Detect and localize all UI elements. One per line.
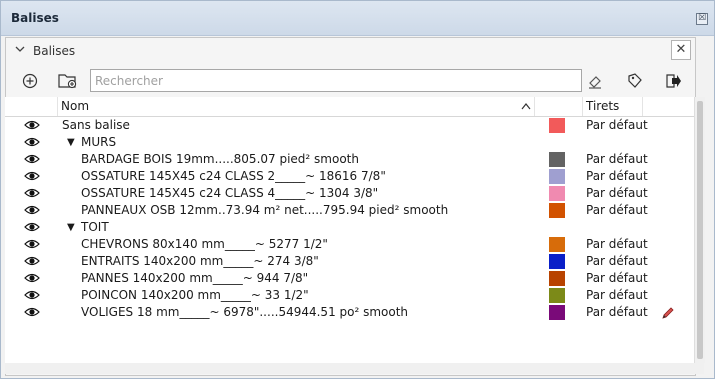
dashes-column-header[interactable]: Tirets <box>582 97 643 116</box>
eye-icon[interactable] <box>24 119 40 131</box>
eye-icon[interactable] <box>24 204 40 216</box>
eye-icon[interactable] <box>24 255 40 267</box>
eye-icon[interactable] <box>24 238 40 250</box>
dash-style-value[interactable]: Par défaut <box>586 287 648 304</box>
folder-row[interactable]: ▼ TOIT <box>5 219 694 236</box>
tag-name: POINCON 140x200 mm_____~ 33 1/2" <box>81 288 309 302</box>
window-title: Balises <box>11 11 59 25</box>
chevron-down-icon[interactable] <box>14 43 26 58</box>
color-swatch[interactable] <box>549 237 565 252</box>
tag-name: PANNEAUX OSB 12mm..73.94 m² net.....795.… <box>81 203 449 217</box>
color-swatch[interactable] <box>549 203 565 218</box>
folder-row[interactable]: ▼ MURS <box>5 134 694 151</box>
window-titlebar[interactable]: Balises ☒ <box>1 1 714 36</box>
folder-label: MURS <box>81 135 117 149</box>
window-close-icon[interactable]: ☒ <box>696 13 708 25</box>
eye-icon[interactable] <box>24 170 40 182</box>
panel-footer <box>5 363 704 374</box>
vertical-scrollbar[interactable] <box>694 97 705 363</box>
color-swatch[interactable] <box>549 118 565 133</box>
eye-icon[interactable] <box>24 306 40 318</box>
tag-name: ENTRAITS 140x200 mm_____~ 274 3/8" <box>81 254 319 268</box>
tag-name: OSSATURE 145X45 c24 CLASS 4_____~ 1304 3… <box>81 186 379 200</box>
export-icon[interactable] <box>661 69 685 93</box>
tag-row[interactable]: OSSATURE 145X45 c24 CLASS 4_____~ 1304 3… <box>5 185 694 202</box>
dash-style-value[interactable]: Par défaut <box>586 151 648 168</box>
dash-style-value[interactable]: Par défaut <box>586 236 648 253</box>
tag-row[interactable]: PANNES 140x200 mm_____~ 944 7/8" Par défa… <box>5 270 694 287</box>
color-swatch[interactable] <box>549 152 565 167</box>
color-column-header[interactable] <box>534 97 583 116</box>
balises-window: Balises ☒ Balises ✕ Rechercher Nom Tiret… <box>0 0 715 379</box>
panel-close-button[interactable]: ✕ <box>671 40 691 60</box>
expand-triangle-icon[interactable]: ▼ <box>67 134 75 151</box>
add-folder-icon[interactable] <box>56 69 80 93</box>
dashes-column-label: Tirets <box>586 99 620 113</box>
color-swatch[interactable] <box>549 271 565 286</box>
tag-name: VOLIGES 18 mm_____~ 6978".....54944.51 p… <box>81 305 409 319</box>
dash-style-value[interactable]: Par défaut <box>586 304 648 321</box>
tag-name: Sans balise <box>62 118 130 132</box>
dash-style-value[interactable]: Par défaut <box>586 270 648 287</box>
edit-column-header <box>642 97 694 116</box>
name-column-header[interactable]: Nom <box>57 97 535 116</box>
color-swatch[interactable] <box>549 305 565 320</box>
tags-list: Nom Tirets Sans balise Par défaut ▼ MURS BAR… <box>5 97 694 363</box>
color-swatch[interactable] <box>549 169 565 184</box>
tag-name: BARDAGE BOIS 19mm.....805.07 pied² smoot… <box>81 152 359 166</box>
tag-name: OSSATURE 145X45 c24 CLASS 2_____~ 18616 … <box>81 169 386 183</box>
color-swatch[interactable] <box>549 254 565 269</box>
tag-name: CHEVRONS 80x140 mm_____~ 5277 1/2" <box>81 237 328 251</box>
eye-icon[interactable] <box>24 136 40 148</box>
tag-row[interactable]: PANNEAUX OSB 12mm..73.94 m² net.....795.… <box>5 202 694 219</box>
scrollbar-thumb[interactable] <box>697 101 703 359</box>
dash-style-value[interactable]: Par défaut <box>586 253 648 270</box>
visibility-column-header <box>5 97 58 116</box>
eye-icon[interactable] <box>24 221 40 233</box>
tag-row[interactable]: POINCON 140x200 mm_____~ 33 1/2" Par défa… <box>5 287 694 304</box>
dash-style-value[interactable]: Par défaut <box>586 202 648 219</box>
sort-ascending-icon <box>521 103 531 110</box>
tag-row[interactable]: VOLIGES 18 mm_____~ 6978".....54944.51 p… <box>5 304 694 321</box>
tag-name: PANNES 140x200 mm_____~ 944 7/8" <box>81 271 309 285</box>
add-tag-icon[interactable] <box>18 69 42 93</box>
expand-triangle-icon[interactable]: ▼ <box>67 219 75 236</box>
eye-icon[interactable] <box>24 272 40 284</box>
panel-header[interactable]: Balises ✕ <box>6 38 695 64</box>
folder-label: TOIT <box>81 220 109 234</box>
tag-row[interactable]: CHEVRONS 80x140 mm_____~ 5277 1/2" Par dé… <box>5 236 694 253</box>
dash-style-value[interactable]: Par défaut <box>586 168 648 185</box>
tag-row[interactable]: OSSATURE 145X45 c24 CLASS 2_____~ 18616 … <box>5 168 694 185</box>
pencil-icon[interactable] <box>661 306 675 320</box>
tag-row[interactable]: BARDAGE BOIS 19mm.....805.07 pied² smoot… <box>5 151 694 168</box>
dash-style-value[interactable]: Par défaut <box>586 117 648 134</box>
eye-icon[interactable] <box>24 289 40 301</box>
tag-row[interactable]: Sans balise Par défaut <box>5 117 694 134</box>
search-input[interactable] <box>90 69 582 92</box>
color-swatch[interactable] <box>549 186 565 201</box>
toolbar <box>6 65 695 97</box>
dash-style-value[interactable]: Par défaut <box>586 185 648 202</box>
name-column-label: Nom <box>61 99 90 113</box>
column-header-row: Nom Tirets <box>5 97 694 117</box>
tag-icon[interactable] <box>623 69 647 93</box>
panel-title: Balises <box>33 44 76 58</box>
eye-icon[interactable] <box>24 187 40 199</box>
tag-row[interactable]: ENTRAITS 140x200 mm_____~ 274 3/8" Par dé… <box>5 253 694 270</box>
paint-bucket-icon[interactable] <box>583 69 607 93</box>
color-swatch[interactable] <box>549 288 565 303</box>
eye-icon[interactable] <box>24 153 40 165</box>
